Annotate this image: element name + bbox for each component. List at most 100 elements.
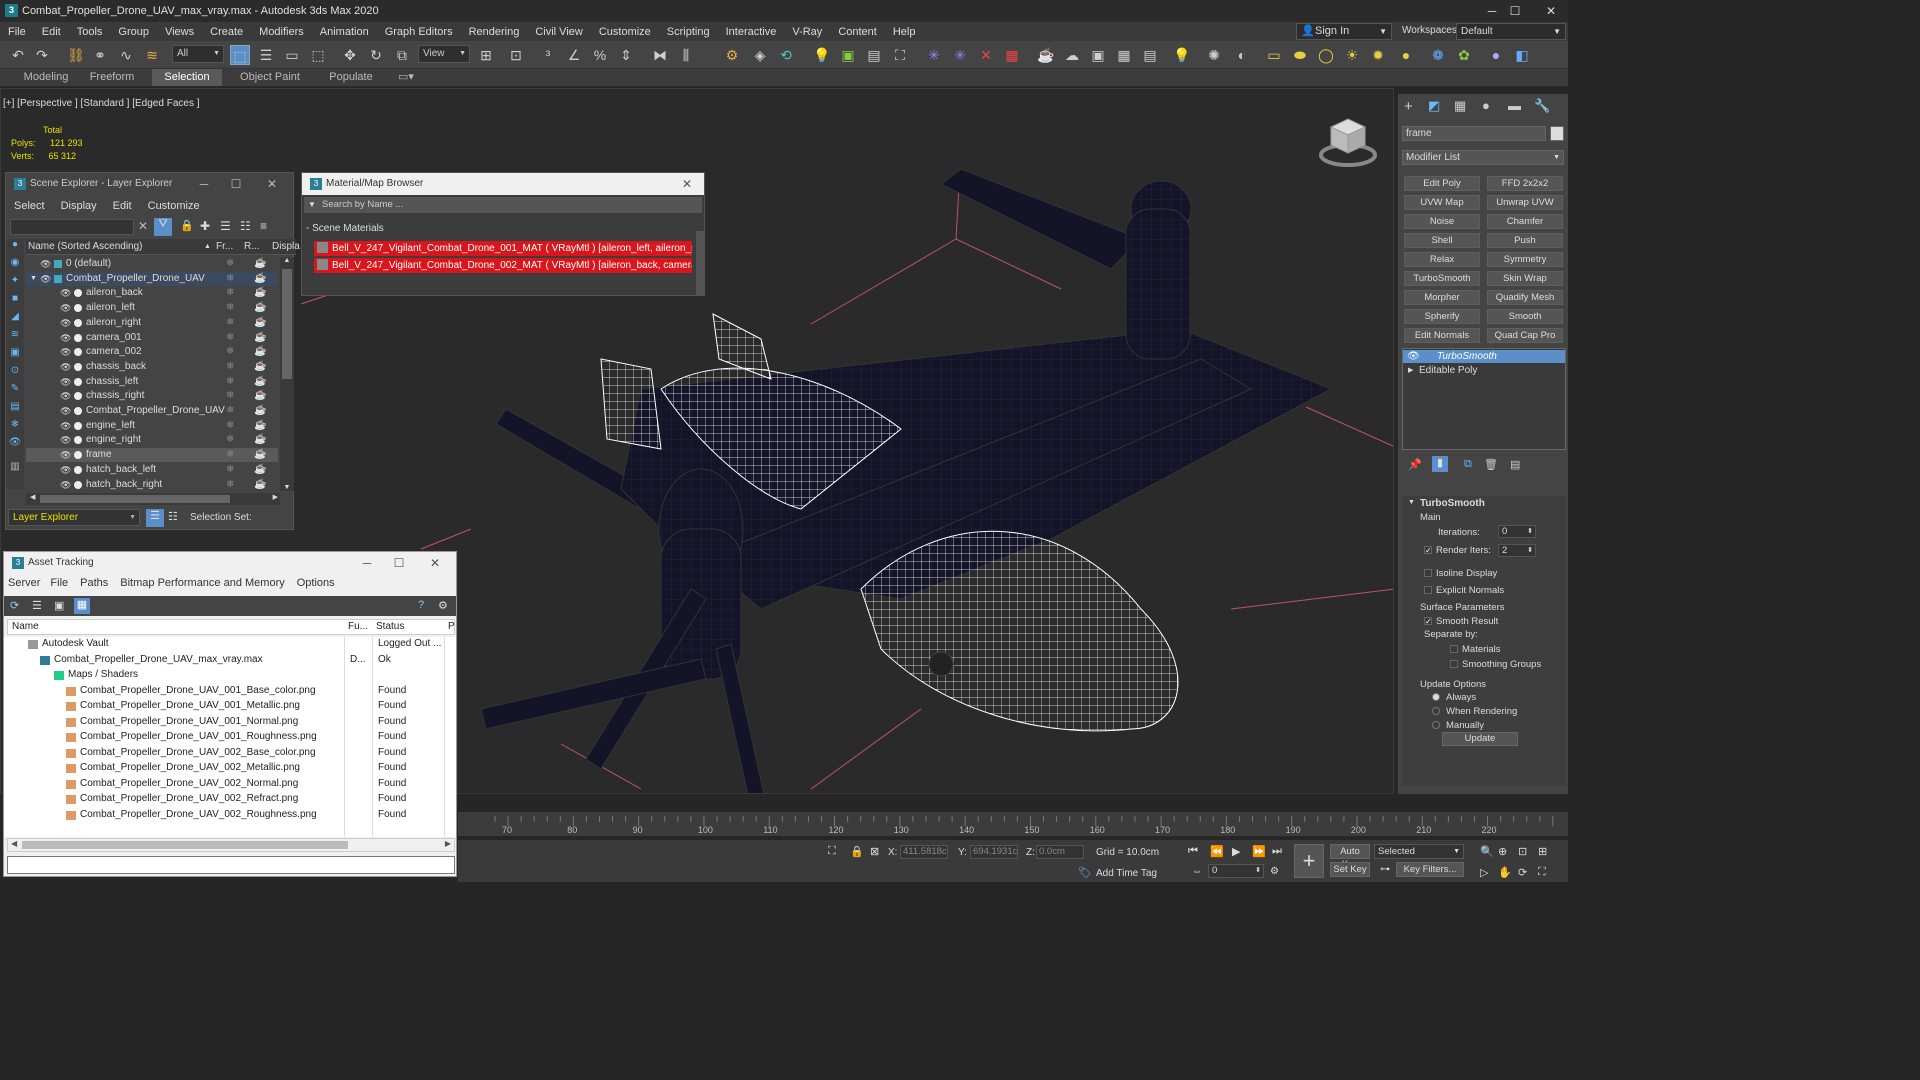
set-key-button-icon[interactable]: + xyxy=(1294,844,1324,878)
lock-icon[interactable]: 🔒 xyxy=(180,219,194,232)
scene-explorer-titlebar[interactable]: 3 Scene Explorer - Layer Explorer ─ ☐ ✕ xyxy=(6,173,293,195)
zoom-extents-all-icon[interactable]: ⊞ xyxy=(1538,845,1547,858)
show-end-result-icon[interactable]: ▮ xyxy=(1432,456,1448,472)
at-col-fullpath[interactable]: Fu... xyxy=(348,620,368,634)
material-item[interactable]: Bell_V_247_Vigilant_Combat_Drone_001_MAT… xyxy=(314,241,692,256)
renderable-icon[interactable]: ☕ xyxy=(254,404,266,418)
asset-row[interactable]: Combat_Propeller_Drone_UAV_001_Metallic.… xyxy=(10,699,450,715)
visibility-eye-icon[interactable]: 👁 xyxy=(60,286,71,300)
make-unique-icon[interactable]: ⧉ xyxy=(1464,458,1472,471)
x-coordinate-field[interactable]: 411.5818c xyxy=(900,845,948,859)
freeze-icon[interactable]: ❄ xyxy=(226,433,234,447)
object-color-swatch[interactable] xyxy=(1550,126,1564,141)
menu-graph-editors[interactable]: Graph Editors xyxy=(377,26,461,38)
filter-icon[interactable]: ⛛ xyxy=(154,218,172,236)
renderable-icon[interactable]: ☕ xyxy=(254,272,266,286)
proxy-icon[interactable]: ❁ xyxy=(1428,45,1448,65)
object-row[interactable]: 👁 frame ❄ ☕ xyxy=(26,448,278,463)
scale-icon[interactable]: ⧉ xyxy=(392,45,412,65)
dome-light-icon[interactable]: ✺ xyxy=(1204,45,1224,65)
close-button[interactable]: ✕ xyxy=(1536,2,1566,20)
asset-row[interactable]: Combat_Propeller_Drone_UAV_002_Normal.pn… xyxy=(10,777,450,793)
align-icon[interactable]: ⫼ xyxy=(676,45,696,65)
renderable-icon[interactable]: ☕ xyxy=(254,257,266,271)
bone-filter-icon[interactable]: ✎ xyxy=(6,383,24,401)
smoothing-groups-checkbox[interactable] xyxy=(1450,660,1458,668)
move-icon[interactable]: ✥ xyxy=(340,45,360,65)
teapot-icon[interactable]: ☕ xyxy=(1036,45,1056,65)
modify-tab-icon[interactable]: ◩ xyxy=(1428,98,1440,114)
modifier-button-push[interactable]: Push xyxy=(1487,233,1563,248)
vray-icon-4[interactable]: ▦ xyxy=(1002,45,1022,65)
vray-icon-2[interactable]: ✳ xyxy=(950,45,970,65)
always-radio[interactable] xyxy=(1432,693,1440,701)
at-menu-paths[interactable]: Paths xyxy=(74,577,114,589)
time-tag-icon[interactable]: 🏷 xyxy=(1078,866,1092,879)
asset-row[interactable]: Maps / Shaders xyxy=(10,668,450,684)
spinner-snap-icon[interactable]: ⇕ xyxy=(616,45,636,65)
modifier-button-unwrap-uvw[interactable]: Unwrap UVW xyxy=(1487,195,1563,210)
at-menu-options[interactable]: Options xyxy=(291,577,341,589)
stack-item-editable-poly[interactable]: ▶ Editable Poly xyxy=(1403,364,1565,377)
manually-radio[interactable] xyxy=(1432,721,1440,729)
close-button[interactable]: ✕ xyxy=(674,173,700,195)
modifier-button-noise[interactable]: Noise xyxy=(1404,214,1480,229)
at-path-field[interactable] xyxy=(7,856,455,874)
asset-row[interactable]: Combat_Propeller_Drone_UAV_002_Refract.p… xyxy=(10,792,450,808)
modifier-button-morpher[interactable]: Morpher xyxy=(1404,290,1480,305)
visibility-eye-icon[interactable]: 👁 xyxy=(60,404,71,418)
menu-scripting[interactable]: Scripting xyxy=(659,26,718,38)
renderable-icon[interactable]: ☕ xyxy=(254,345,266,359)
ambient-icon[interactable]: ● xyxy=(1396,45,1416,65)
modifier-button-turbosmooth[interactable]: TurboSmooth xyxy=(1404,271,1480,286)
auto-key-button[interactable]: Auto Key xyxy=(1330,844,1370,870)
scroll-up-icon[interactable]: ▲ xyxy=(280,257,294,267)
modifier-button-shell[interactable]: Shell xyxy=(1404,233,1480,248)
object-row[interactable]: 👁 chassis_left ❄ ☕ xyxy=(26,375,278,389)
tab-freeform[interactable]: Freeform xyxy=(80,69,144,86)
renderable-icon[interactable]: ☕ xyxy=(254,419,266,433)
asset-row[interactable]: Combat_Propeller_Drone_UAV_002_Roughness… xyxy=(10,808,450,824)
at-menu-server[interactable]: Server xyxy=(4,577,44,589)
hierarchy-mode-icon[interactable]: ☷ xyxy=(168,510,178,523)
absolute-mode-icon[interactable]: ⊠ xyxy=(870,845,879,858)
maximize-viewport-icon[interactable]: ⛶ xyxy=(1538,866,1546,879)
menu-tools[interactable]: Tools xyxy=(69,26,111,38)
vray-settings-icon[interactable]: ▦ xyxy=(1114,45,1134,65)
material-scrollbar[interactable] xyxy=(696,231,704,295)
xref-filter-icon[interactable]: ⊙ xyxy=(6,365,24,383)
rollout-title[interactable]: TurboSmooth xyxy=(1420,498,1485,509)
stack-icon[interactable]: ≡ xyxy=(260,219,267,233)
asset-row[interactable]: Combat_Propeller_Drone_UAV_001_Roughness… xyxy=(10,730,450,746)
at-menu-file[interactable]: File xyxy=(44,577,74,589)
refresh-icon[interactable]: ⟳ xyxy=(10,599,19,612)
mirror-icon[interactable]: ⧓ xyxy=(650,45,670,65)
asset-row[interactable]: Combat_Propeller_Drone_UAV_001_Base_colo… xyxy=(10,684,450,700)
modifier-button-edit-poly[interactable]: Edit Poly xyxy=(1404,176,1480,191)
asset-row[interactable]: Combat_Propeller_Drone_UAV_002_Metallic.… xyxy=(10,761,450,777)
rollout-collapse-icon[interactable]: ▼ xyxy=(1408,499,1415,506)
renderable-icon[interactable]: ☕ xyxy=(254,331,266,345)
se-menu-customize[interactable]: Customize xyxy=(140,200,208,212)
se-search-input[interactable] xyxy=(10,219,134,235)
frozen-filter-icon[interactable]: ❄ xyxy=(6,419,24,437)
key-mode-icon[interactable]: ⇔ xyxy=(1192,866,1202,877)
expand-icon[interactable]: ▶ xyxy=(1408,364,1413,377)
scroll-left-icon[interactable]: ◀ xyxy=(30,493,35,501)
se-menu-display[interactable]: Display xyxy=(53,200,105,212)
box-icon[interactable]: ◧ xyxy=(1512,45,1532,65)
next-frame-icon[interactable]: ⏩ xyxy=(1252,845,1266,858)
modifier-list-select[interactable]: Modifier List ▼ xyxy=(1402,150,1564,165)
smooth-result-checkbox[interactable]: ✓ xyxy=(1424,617,1432,626)
motion-tab-icon[interactable]: ● xyxy=(1482,98,1490,113)
freeze-icon[interactable]: ❄ xyxy=(226,375,234,389)
prev-frame-icon[interactable]: ⏪ xyxy=(1210,845,1224,858)
object-row[interactable]: 👁 camera_002 ❄ ☕ xyxy=(26,345,278,359)
configure-sets-icon[interactable]: ▤ xyxy=(1510,458,1520,471)
selection-lock-icon[interactable]: ⛶ xyxy=(828,845,836,858)
object-row[interactable]: 👁 aileron_left ❄ ☕ xyxy=(26,301,278,315)
object-row[interactable]: 👁 engine_left ❄ ☕ xyxy=(26,419,278,433)
freeze-icon[interactable]: ❄ xyxy=(226,404,234,418)
isoline-checkbox[interactable] xyxy=(1424,569,1432,577)
renderable-icon[interactable]: ☕ xyxy=(254,301,266,315)
